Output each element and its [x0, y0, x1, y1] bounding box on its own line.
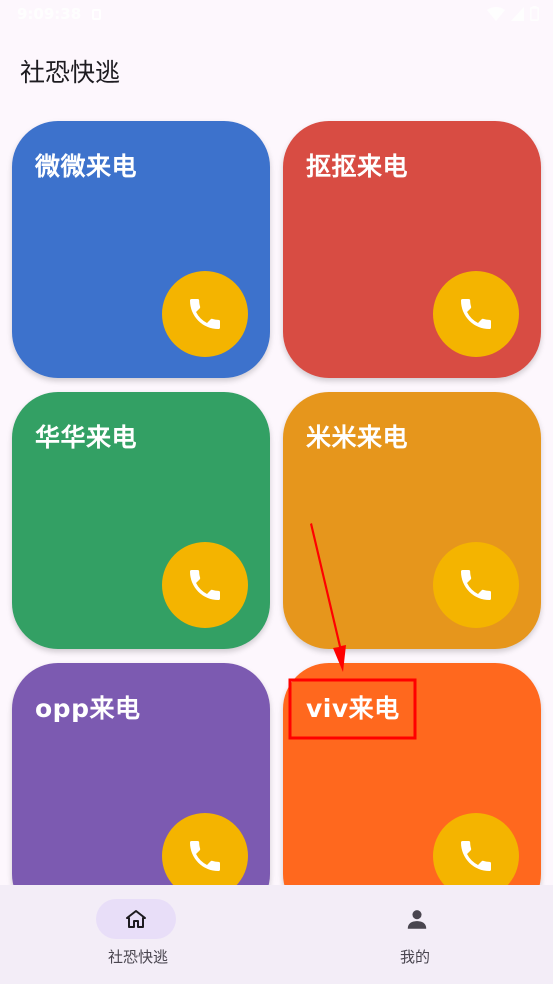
notification-icon [92, 9, 101, 20]
phone-icon [190, 841, 220, 871]
bottom-nav: 社恐快逃 我的 [0, 885, 553, 984]
status-time: 9:09:38 [17, 5, 82, 23]
page-title: 社恐快逃 [20, 58, 121, 87]
phone-icon [461, 841, 491, 871]
status-bar: 9:09:38 [0, 0, 553, 30]
nav-active-indicator [96, 899, 176, 939]
phone-icon [190, 570, 220, 600]
card-label: 米米来电 [306, 423, 409, 452]
status-icons [487, 6, 539, 21]
card-label: 微微来电 [35, 152, 138, 181]
wifi-icon [487, 6, 505, 21]
battery-icon [530, 6, 539, 21]
call-button[interactable] [433, 542, 519, 628]
nav-label: 社恐快逃 [107, 948, 168, 966]
card-label: opp来电 [35, 694, 141, 723]
call-card-viv[interactable]: viv来电 [283, 663, 541, 920]
person-icon [407, 910, 427, 929]
phone-icon [461, 299, 491, 329]
nav-item-mine[interactable]: 我的 [277, 885, 553, 984]
card-label: 华华来电 [35, 423, 138, 452]
call-card-koukou[interactable]: 抠抠来电 [283, 121, 541, 378]
nav-indicator [377, 899, 457, 939]
nav-item-home[interactable]: 社恐快逃 [0, 885, 276, 984]
home-icon [126, 910, 146, 928]
call-card-huahua[interactable]: 华华来电 [12, 392, 270, 649]
signal-icon [511, 6, 524, 21]
call-card-opp[interactable]: opp来电 [12, 663, 270, 920]
call-card-mimi[interactable]: 米米来电 [283, 392, 541, 649]
card-label: viv来电 [306, 694, 400, 723]
call-button[interactable] [162, 542, 248, 628]
call-card-weiwei[interactable]: 微微来电 [12, 121, 270, 378]
call-button[interactable] [162, 271, 248, 357]
phone-icon [461, 570, 491, 600]
phone-icon [190, 299, 220, 329]
card-label: 抠抠来电 [306, 152, 409, 181]
call-button[interactable] [433, 271, 519, 357]
nav-label: 我的 [399, 948, 430, 966]
